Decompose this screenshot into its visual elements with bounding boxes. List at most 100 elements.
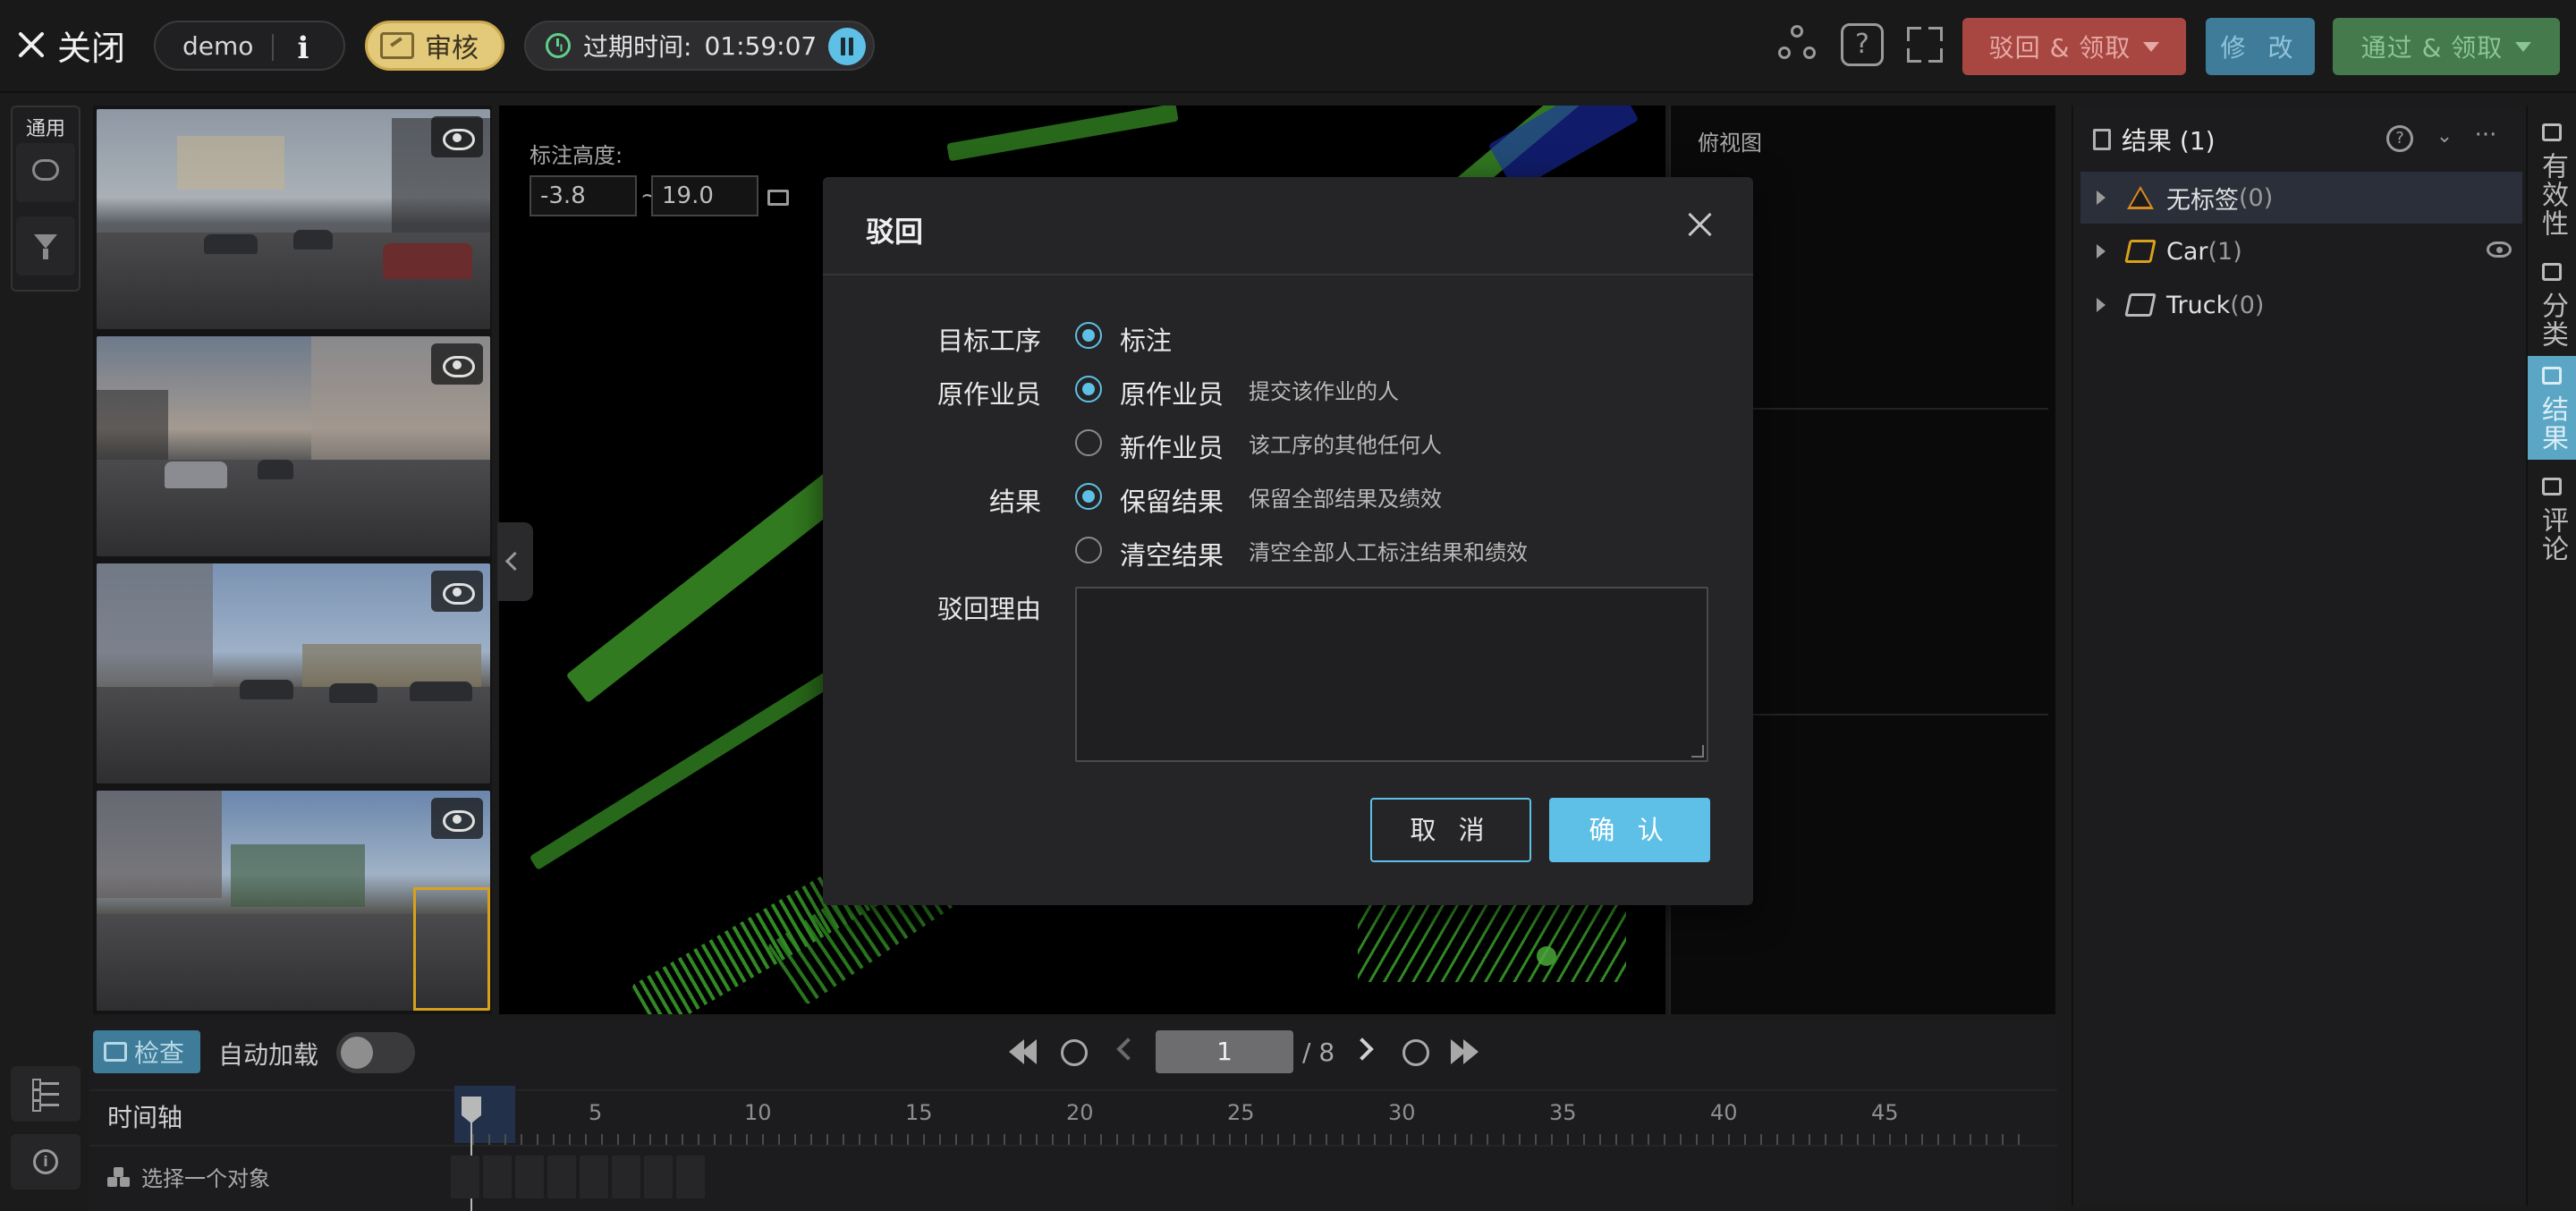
tab-comments[interactable]: 评论: [2528, 467, 2576, 571]
eye-icon[interactable]: [431, 798, 483, 839]
comment-icon: [2542, 478, 2562, 495]
result-clear-radio[interactable]: [1075, 537, 1102, 563]
result-item-unlabeled[interactable]: 无标签 (0): [2080, 172, 2522, 224]
fast-forward-icon[interactable]: [1451, 1039, 1481, 1066]
expand-icon[interactable]: [2097, 244, 2106, 258]
rewind-icon[interactable]: [1009, 1039, 1039, 1066]
eye-icon[interactable]: [431, 571, 483, 612]
result-keep-radio[interactable]: [1075, 483, 1102, 510]
worker-original-option[interactable]: 原作业员: [1120, 374, 1224, 411]
collapse-all-icon[interactable]: ⌄: [2431, 125, 2458, 152]
car-bounding-box[interactable]: [413, 887, 490, 1011]
result-item-truck[interactable]: Truck (0): [2080, 279, 2522, 331]
pause-button[interactable]: [828, 28, 866, 65]
autoload-label: 自动加载: [218, 1040, 319, 1070]
results-panel: 结果 (1) ? ⌄ ··· 无标签 (0) Car (1) Truck (0): [2072, 106, 2526, 1206]
expand-icon[interactable]: [2097, 298, 2106, 312]
project-name: demo: [182, 30, 254, 61]
target-step-option[interactable]: 标注: [1120, 320, 1172, 358]
filter-tool-button[interactable]: [16, 216, 75, 275]
cancel-button[interactable]: 取 消: [1370, 798, 1531, 862]
filter-icon: [34, 234, 57, 259]
review-mode-badge[interactable]: 审核: [365, 21, 504, 71]
height-max-input[interactable]: 19.0: [651, 175, 758, 216]
warning-icon: [2127, 186, 2154, 209]
help-icon[interactable]: ?: [1841, 23, 1884, 66]
check-icon: [104, 1042, 127, 1062]
expand-icon[interactable]: [2097, 191, 2106, 205]
swap-icon[interactable]: [767, 190, 789, 206]
page-number-input[interactable]: 1: [1156, 1030, 1293, 1073]
result-item-car[interactable]: Car (1): [2080, 225, 2522, 277]
result-clear-option[interactable]: 清空结果: [1120, 535, 1224, 572]
edit-button[interactable]: 修 改: [2206, 18, 2315, 75]
close-icon[interactable]: [1685, 209, 1714, 238]
timeline-tick-label: 5: [589, 1100, 603, 1125]
play-icon[interactable]: [1402, 1039, 1429, 1066]
reject-label: 驳回 & 领取: [1988, 33, 2131, 63]
check-label: 检查: [134, 1038, 185, 1068]
worker-original-radio[interactable]: [1075, 376, 1102, 402]
timeline-tick-label: 35: [1549, 1100, 1577, 1125]
objects-icon: [107, 1166, 131, 1187]
cluster-icon[interactable]: [1776, 23, 1819, 66]
tab-label: 评论: [2537, 506, 2568, 563]
camera-image[interactable]: [97, 109, 490, 329]
result-item-label: Car: [2166, 237, 2208, 266]
info-button[interactable]: i: [11, 1134, 80, 1190]
collapse-camera-panel-button[interactable]: [497, 522, 533, 601]
height-min-input[interactable]: -3.8: [530, 175, 637, 216]
timer-value: 01:59:07: [704, 30, 818, 61]
tab-label: 分类: [2537, 292, 2568, 349]
check-button[interactable]: 检查: [93, 1030, 200, 1073]
target-step-label: 目标工序: [936, 326, 1041, 356]
select-object-label: 选择一个对象: [141, 1166, 270, 1191]
fullscreen-icon[interactable]: [1903, 23, 1946, 66]
target-step-radio[interactable]: [1075, 322, 1102, 349]
reject-reason-label: 驳回理由: [936, 594, 1041, 624]
document-icon: [2093, 129, 2111, 150]
timeline-ticks[interactable]: [472, 1134, 2029, 1145]
reject-and-claim-button[interactable]: 驳回 & 领取: [1962, 18, 2186, 75]
eye-icon[interactable]: [431, 116, 483, 157]
project-selector[interactable]: demo i: [154, 21, 345, 71]
chevron-down-icon: [2143, 41, 2160, 52]
close-label: 关闭: [57, 28, 126, 68]
more-icon[interactable]: ···: [2472, 123, 2499, 152]
settings-sliders-button[interactable]: [11, 1066, 80, 1122]
document-icon: [2542, 367, 2562, 385]
pass-and-claim-button[interactable]: 通过 & 领取: [2333, 18, 2560, 75]
reject-reason-textarea[interactable]: [1075, 587, 1708, 762]
autoload-toggle[interactable]: [336, 1032, 415, 1073]
worker-new-radio[interactable]: [1075, 429, 1102, 456]
help-icon[interactable]: ?: [2386, 125, 2413, 152]
info-icon[interactable]: i: [288, 30, 318, 66]
camera-image[interactable]: [97, 336, 490, 556]
eye-icon[interactable]: [431, 343, 483, 385]
replay-icon[interactable]: [1061, 1039, 1088, 1066]
tab-classification[interactable]: 分类: [2528, 252, 2576, 351]
result-item-count: (1): [2207, 237, 2242, 266]
edit-label: 修 改: [2220, 33, 2301, 63]
camera-image[interactable]: [97, 791, 490, 1011]
worker-new-option[interactable]: 新作业员: [1120, 428, 1224, 465]
eye-icon[interactable]: [2487, 241, 2512, 258]
results-title: 结果 (1): [2122, 126, 2216, 156]
table-icon: [2542, 123, 2562, 141]
close-icon: [16, 30, 47, 60]
select-object-prompt: 选择一个对象: [107, 1161, 270, 1192]
clock-icon: [546, 33, 571, 58]
tab-results[interactable]: 结果: [2528, 356, 2576, 460]
result-item-label: Truck: [2166, 291, 2231, 319]
comment-tool-button[interactable]: [16, 143, 75, 202]
tab-validity[interactable]: 有效性: [2528, 113, 2576, 247]
camera-image[interactable]: [97, 563, 490, 783]
result-keep-option[interactable]: 保留结果: [1120, 481, 1224, 519]
height-range-label: 标注高度:: [530, 143, 623, 168]
confirm-button[interactable]: 确 认: [1549, 798, 1710, 862]
timeline-tick-label: 25: [1227, 1100, 1255, 1125]
pill-divider: [272, 34, 274, 61]
close-button[interactable]: 关闭: [16, 20, 125, 70]
object-frame-track[interactable]: [451, 1156, 705, 1198]
timeline-tick-label: 20: [1066, 1100, 1094, 1125]
